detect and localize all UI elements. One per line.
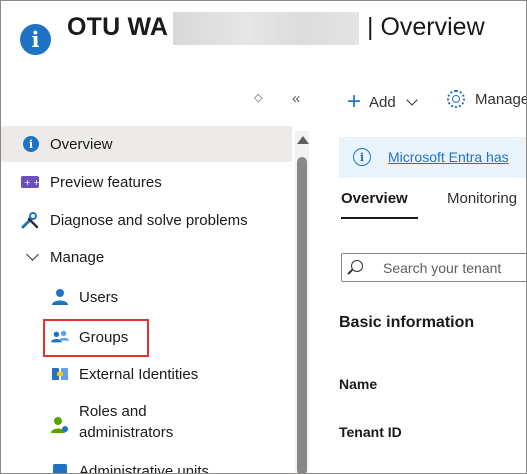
chevron-down-icon — [23, 248, 41, 266]
external-identities-icon — [51, 365, 69, 383]
search-icon — [351, 260, 363, 272]
info-icon: i — [20, 24, 51, 55]
add-button[interactable]: + Add — [347, 88, 418, 115]
banner-link[interactable]: Microsoft Entra has — [388, 149, 509, 165]
sidebar-item-label: Preview features — [50, 173, 162, 191]
sidebar-item-users[interactable]: Users — [1, 279, 292, 315]
sidebar-item-roles-admins[interactable]: Roles and administrators — [1, 403, 292, 447]
sidebar-item-label-line2: administrators — [79, 424, 174, 441]
sidebar-item-label: Overview — [50, 135, 113, 153]
roles-icon — [51, 416, 69, 434]
tab-monitoring[interactable]: Monitoring — [447, 190, 517, 207]
sidebar-item-label: External Identities — [79, 365, 199, 383]
sort-updown-icon[interactable]: ◇ — [254, 91, 262, 104]
sidebar-item-label: Roles and — [79, 403, 147, 420]
page-title-suffix: | Overview — [367, 13, 485, 41]
section-title: Basic information — [339, 314, 475, 331]
sidebar-item-label: Users — [79, 288, 119, 306]
admin-units-icon — [51, 462, 69, 473]
field-label-name: Name — [339, 376, 378, 392]
plus-icon: + — [347, 88, 362, 115]
page-title: OTU WA — [67, 13, 169, 41]
sidebar-item-external-identities[interactable]: External Identities — [1, 356, 292, 392]
window-frame: i OTU WA | Overview ◇ « i Overview + + P… — [0, 0, 527, 474]
chevron-down-icon — [406, 94, 418, 106]
sidebar: ◇ « i Overview + + Preview features Diag… — [1, 81, 312, 474]
field-label-tenant-id: Tenant ID — [339, 424, 402, 440]
groups-highlight-box — [43, 319, 149, 357]
info-icon: i — [353, 148, 371, 166]
svg-text:+ +: + + — [24, 178, 39, 187]
redacted-tenant-name — [173, 12, 359, 45]
manage-button-label: Manage — [475, 90, 527, 108]
sidebar-item-overview[interactable]: i Overview — [1, 126, 292, 162]
sidebar-item-diagnose[interactable]: Diagnose and solve problems — [1, 202, 292, 238]
manage-button[interactable]: Manage — [447, 90, 527, 108]
search-placeholder: Search your tenant — [383, 260, 502, 276]
active-tab-indicator — [341, 217, 418, 219]
sidebar-item-label: Manage — [50, 248, 105, 266]
sidebar-item-preview-features[interactable]: + + Preview features — [1, 164, 292, 200]
collapse-sidebar-icon[interactable]: « — [292, 90, 300, 107]
info-banner: i Microsoft Entra has — [339, 137, 526, 178]
sidebar-item-administrative-units[interactable]: Administrative units — [1, 453, 292, 474]
sidebar-group-manage[interactable]: Manage — [1, 239, 292, 275]
gear-icon — [447, 90, 465, 108]
sidebar-item-label: Administrative units — [79, 462, 210, 474]
scroll-up-arrow-icon[interactable] — [297, 136, 309, 144]
search-input[interactable]: Search your tenant — [341, 253, 526, 282]
wrench-icon — [21, 211, 39, 229]
add-button-label: Add — [369, 93, 396, 111]
sidebar-scrollbar-thumb[interactable] — [297, 157, 307, 473]
tab-overview[interactable]: Overview — [341, 190, 408, 207]
info-icon: i — [23, 136, 39, 152]
main-content: + Add Manage i Microsoft Entra has Overv… — [321, 81, 527, 473]
preview-features-icon: + + — [21, 173, 39, 191]
blade-header: i OTU WA | Overview — [1, 1, 526, 63]
user-icon — [51, 288, 69, 306]
sidebar-item-label: Diagnose and solve problems — [50, 211, 248, 229]
